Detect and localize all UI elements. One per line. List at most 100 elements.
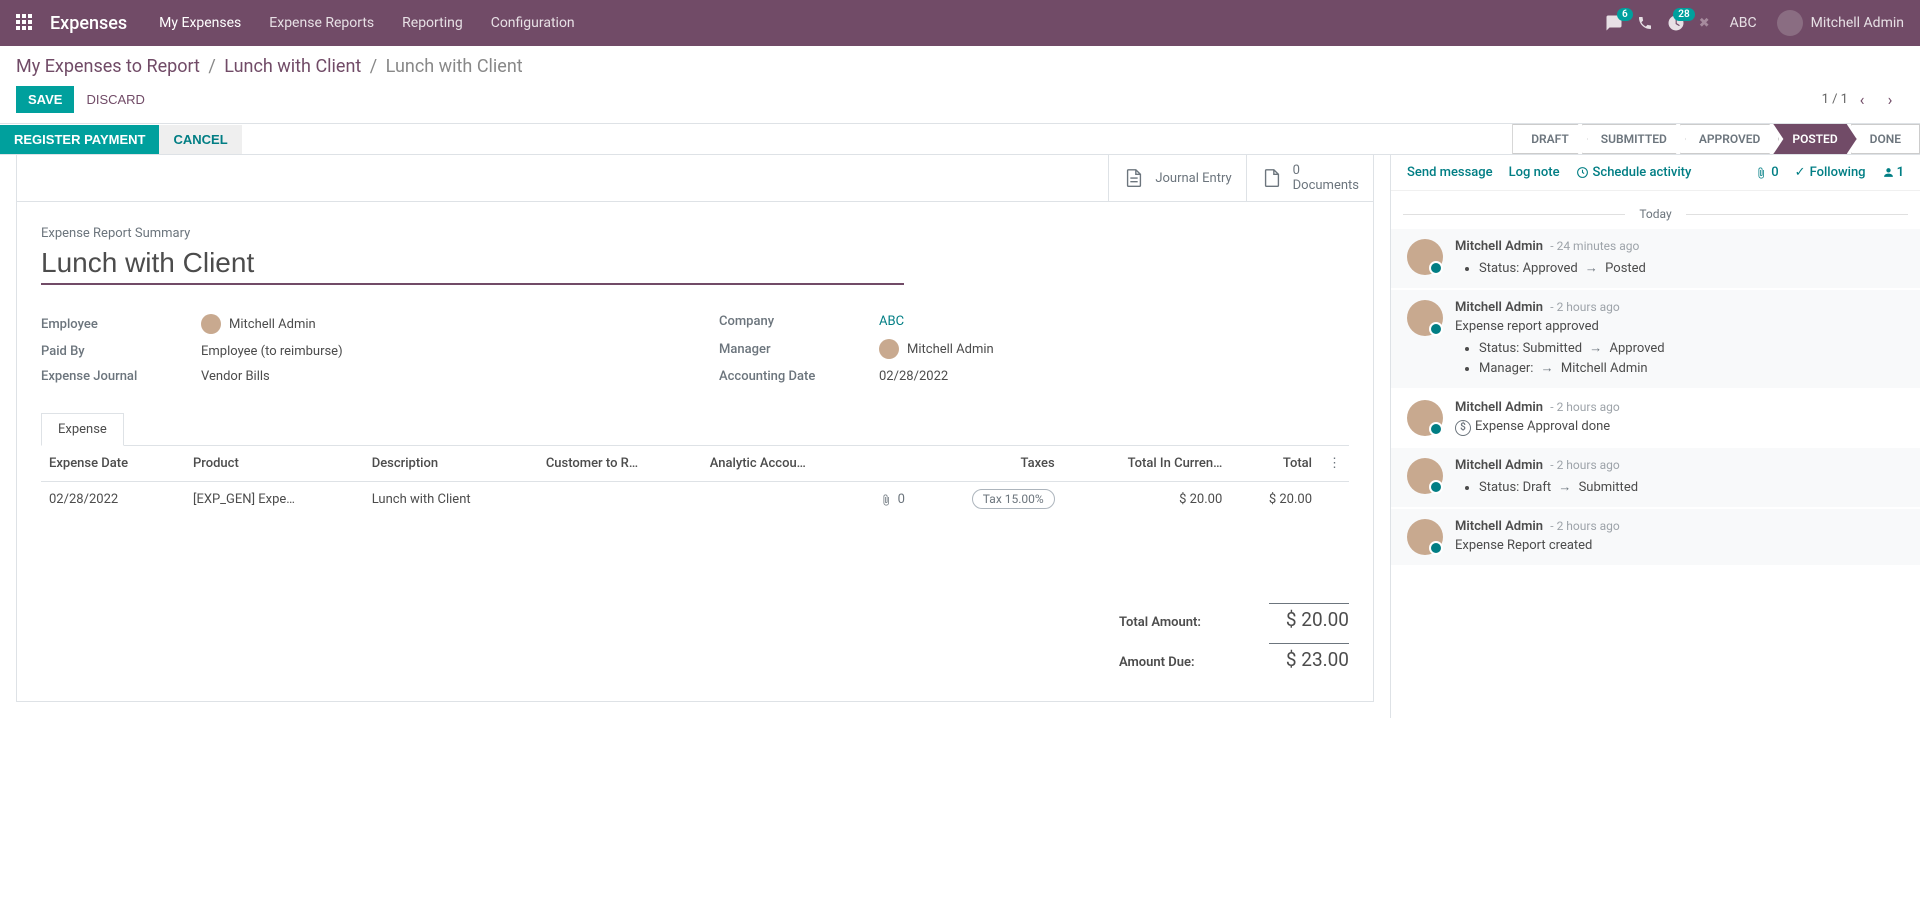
- message-author[interactable]: Mitchell Admin: [1455, 400, 1543, 415]
- summary-label: Expense Report Summary: [41, 226, 1349, 241]
- messaging-badge: 6: [1617, 8, 1633, 21]
- activities-badge: 28: [1673, 8, 1694, 21]
- discard-button[interactable]: DISCARD: [74, 86, 157, 113]
- stage-submitted[interactable]: SUBMITTED: [1582, 124, 1686, 154]
- cell-date: 02/28/2022: [41, 482, 185, 518]
- table-row[interactable]: 02/28/2022 [EXP_GEN] Expe… Lunch with Cl…: [41, 482, 1349, 518]
- nav-configuration[interactable]: Configuration: [491, 15, 575, 31]
- employee-value[interactable]: Mitchell Admin: [201, 314, 316, 334]
- documents-label: Documents: [1293, 178, 1359, 193]
- message-author[interactable]: Mitchell Admin: [1455, 300, 1543, 315]
- status-change: Status: Submitted → Approved: [1479, 338, 1904, 358]
- message-body: Expense Report created: [1455, 538, 1904, 553]
- cell-product: [EXP_GEN] Expe…: [185, 482, 364, 518]
- status-stages: DRAFT SUBMITTED APPROVED POSTED DONE: [1512, 124, 1920, 154]
- person-icon: [1882, 166, 1895, 179]
- stage-draft[interactable]: DRAFT: [1512, 124, 1588, 154]
- user-menu[interactable]: Mitchell Admin: [1777, 10, 1904, 36]
- message-time: - 2 hours ago: [1550, 458, 1619, 472]
- breadcrumb-root[interactable]: My Expenses to Report: [16, 56, 200, 77]
- cell-total: $ 20.00: [1230, 482, 1320, 518]
- activities-icon[interactable]: 28: [1667, 14, 1685, 32]
- employee-avatar-icon: [201, 314, 221, 334]
- journal-label: Expense Journal: [41, 369, 201, 384]
- register-payment-button[interactable]: REGISTER PAYMENT: [0, 125, 159, 154]
- manager-value[interactable]: Mitchell Admin: [879, 339, 994, 359]
- journal-entry-label: Journal Entry: [1155, 171, 1231, 186]
- messaging-icon[interactable]: 6: [1605, 14, 1623, 32]
- pager-value[interactable]: 1 / 1: [1822, 92, 1848, 107]
- message-item: Mitchell Admin - 2 hours ago $Expense Ap…: [1391, 390, 1920, 446]
- statusbar: REGISTER PAYMENT CANCEL DRAFT SUBMITTED …: [0, 123, 1920, 155]
- arrow-right-icon: →: [1585, 260, 1598, 276]
- nav-expense-reports[interactable]: Expense Reports: [269, 15, 374, 31]
- stage-done[interactable]: DONE: [1851, 124, 1920, 154]
- col-description[interactable]: Description: [364, 446, 538, 482]
- message-item: Mitchell Admin - 24 minutes ago Status: …: [1391, 229, 1920, 288]
- followers-button[interactable]: 1: [1882, 165, 1904, 180]
- debug-icon[interactable]: ✖: [1699, 16, 1710, 31]
- save-button[interactable]: SAVE: [16, 86, 74, 113]
- arrow-right-icon: →: [1541, 360, 1554, 376]
- pager-next-icon[interactable]: ›: [1876, 85, 1904, 113]
- documents-count: 0: [1293, 163, 1359, 178]
- message-item: Mitchell Admin - 2 hours ago Status: Dra…: [1391, 448, 1920, 507]
- journal-value[interactable]: Vendor Bills: [201, 369, 270, 384]
- message-time: - 2 hours ago: [1550, 400, 1619, 414]
- accdate-label: Accounting Date: [719, 369, 879, 384]
- following-button[interactable]: ✓ Following: [1795, 165, 1866, 180]
- company-switcher[interactable]: ABC: [1730, 15, 1757, 31]
- app-brand[interactable]: Expenses: [50, 13, 127, 34]
- attachments-button[interactable]: 0: [1755, 165, 1778, 180]
- col-total[interactable]: Total: [1230, 446, 1320, 482]
- dollar-icon: $: [1455, 420, 1471, 436]
- cell-attachments[interactable]: 0: [880, 492, 905, 507]
- col-analytic[interactable]: Analytic Accou…: [702, 446, 872, 482]
- log-note-button[interactable]: Log note: [1509, 165, 1560, 180]
- cell-description: Lunch with Client: [364, 482, 538, 518]
- accdate-value[interactable]: 02/28/2022: [879, 369, 948, 384]
- col-product[interactable]: Product: [185, 446, 364, 482]
- send-message-button[interactable]: Send message: [1407, 165, 1493, 180]
- stage-approved[interactable]: APPROVED: [1680, 124, 1780, 154]
- title-input[interactable]: [41, 245, 904, 285]
- message-author[interactable]: Mitchell Admin: [1455, 239, 1543, 254]
- pager-prev-icon[interactable]: ‹: [1848, 85, 1876, 113]
- form-sheet: Journal Entry 0 Documents Expense Report…: [16, 155, 1374, 702]
- col-customer[interactable]: Customer to R…: [538, 446, 702, 482]
- message-item: Mitchell Admin - 2 hours ago Expense Rep…: [1391, 509, 1920, 565]
- top-navbar: Expenses My Expenses Expense Reports Rep…: [0, 0, 1920, 46]
- message-author[interactable]: Mitchell Admin: [1455, 519, 1543, 534]
- journal-entry-button[interactable]: Journal Entry: [1108, 155, 1245, 201]
- cell-tax: Tax 15.00%: [913, 482, 1063, 518]
- nav-reporting[interactable]: Reporting: [402, 15, 463, 31]
- message-time: - 24 minutes ago: [1550, 239, 1639, 253]
- amount-due-value: $ 23.00: [1269, 643, 1349, 671]
- stage-posted[interactable]: POSTED: [1773, 124, 1856, 154]
- message-item: Mitchell Admin - 2 hours ago Expense rep…: [1391, 290, 1920, 388]
- message-author[interactable]: Mitchell Admin: [1455, 458, 1543, 473]
- message-time: - 2 hours ago: [1550, 300, 1619, 314]
- documents-button[interactable]: 0 Documents: [1246, 155, 1373, 201]
- message-body: $Expense Approval done: [1455, 419, 1904, 436]
- tab-expense[interactable]: Expense: [41, 413, 124, 446]
- chatter: Send message Log note Schedule activity …: [1390, 155, 1920, 718]
- employee-label: Employee: [41, 317, 201, 332]
- control-panel: My Expenses to Report / Lunch with Clien…: [0, 46, 1920, 113]
- company-value[interactable]: ABC: [879, 314, 904, 329]
- nav-my-expenses[interactable]: My Expenses: [159, 15, 241, 31]
- message-avatar-icon: [1407, 400, 1443, 436]
- schedule-activity-button[interactable]: Schedule activity: [1576, 165, 1692, 180]
- total-amount-label: Total Amount:: [1119, 615, 1201, 630]
- apps-icon[interactable]: [16, 14, 34, 32]
- breadcrumb-mid[interactable]: Lunch with Client: [224, 56, 361, 77]
- paidby-value[interactable]: Employee (to reimburse): [201, 344, 343, 359]
- col-date[interactable]: Expense Date: [41, 446, 185, 482]
- cancel-button[interactable]: CANCEL: [159, 125, 241, 154]
- phone-icon[interactable]: [1637, 15, 1653, 31]
- col-taxes[interactable]: Taxes: [913, 446, 1063, 482]
- col-options-icon[interactable]: ⋮: [1320, 446, 1349, 482]
- date-separator: Today: [1391, 199, 1920, 229]
- col-total-currency[interactable]: Total In Curren…: [1063, 446, 1231, 482]
- manager-change: Manager: → Mitchell Admin: [1479, 358, 1904, 378]
